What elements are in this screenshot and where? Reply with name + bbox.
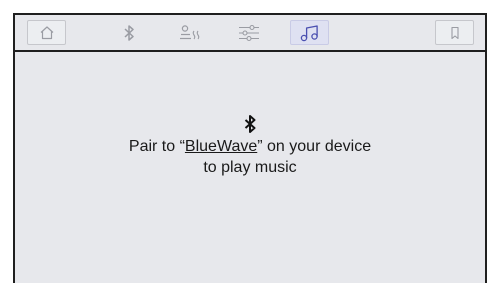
bluetooth-icon (123, 24, 134, 41)
device-name: BlueWave (184, 138, 258, 155)
top-tab-bar (15, 15, 485, 52)
pairing-instruction-line2: to play music (203, 159, 297, 176)
tab-bluetooth[interactable] (109, 20, 148, 45)
tab-equalizer[interactable] (229, 20, 268, 45)
pairing-instruction: Pair to “BlueWave” on your device (15, 136, 485, 157)
music-note-icon (300, 24, 318, 41)
pairing-suffix: ” on your device (257, 138, 372, 155)
pairing-prefix: Pair to “ (128, 138, 185, 155)
device-screen: Pair to “BlueWave” on your device to pla… (13, 13, 487, 283)
tab-bookmark[interactable] (435, 20, 474, 45)
tab-home[interactable] (27, 20, 66, 45)
home-icon (40, 26, 53, 40)
equalizer-icon (238, 24, 259, 41)
tab-music[interactable] (290, 20, 329, 45)
bluetooth-icon (244, 115, 256, 133)
music-panel: Pair to “BlueWave” on your device to pla… (15, 52, 485, 283)
bookmark-icon (450, 26, 459, 39)
tab-heat[interactable] (171, 20, 210, 45)
pairing-message: Pair to “BlueWave” on your device to pla… (15, 114, 485, 178)
heat-icon (179, 24, 199, 39)
